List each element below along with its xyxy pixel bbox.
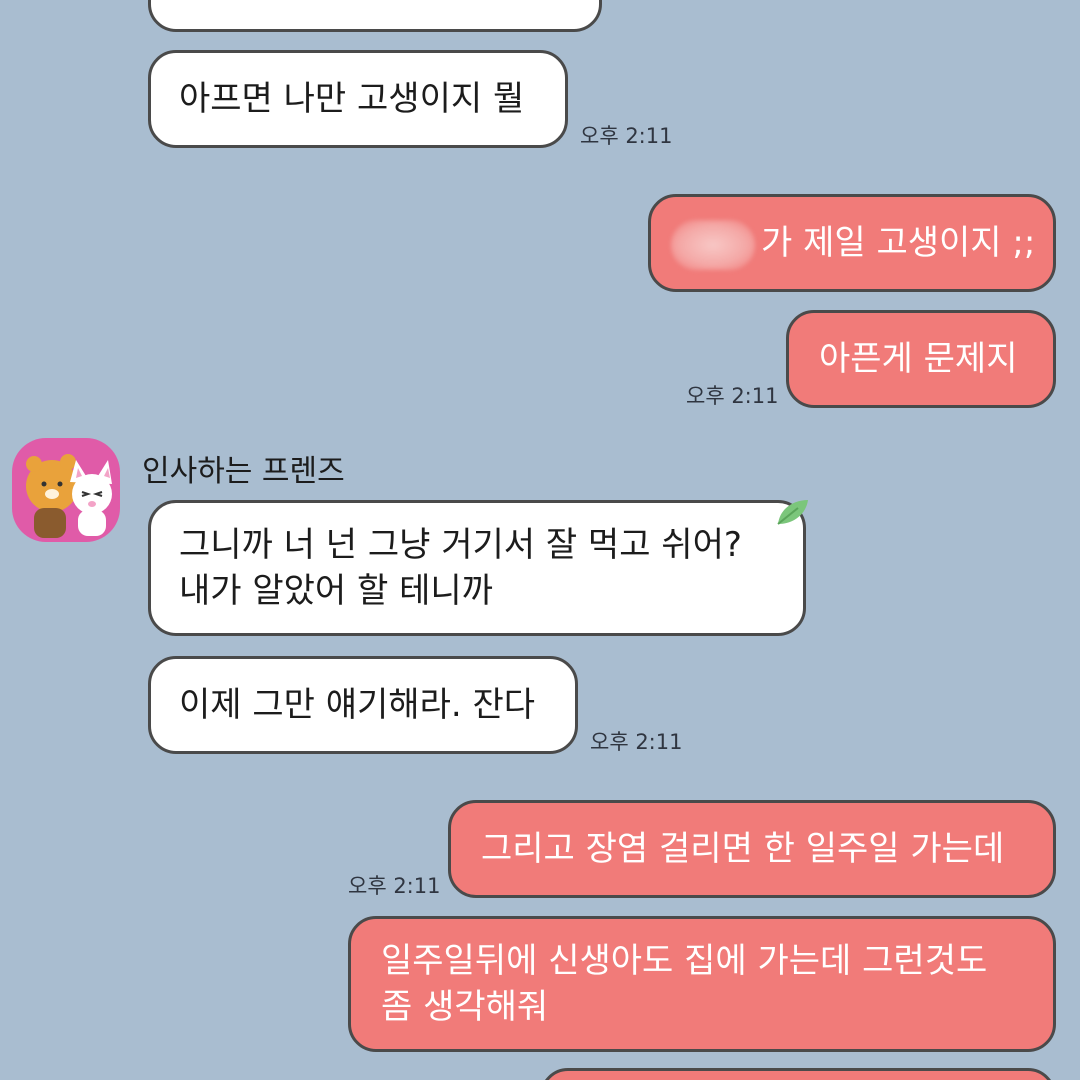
blurred-name-icon	[671, 219, 755, 270]
message-text-line: 일주일뒤에 신생아도 집에 가는데 그런것도	[381, 941, 988, 981]
message-text: 아픈게 문제지	[819, 339, 1018, 379]
message-bubble-incoming[interactable]: 그니까 너 넌 그냥 거기서 잘 먹고 쉬어? 내가 알았어 할 테니까	[148, 500, 806, 636]
sender-name: 인사하는 프렌즈	[142, 454, 345, 489]
message-bubble-outgoing[interactable]: 일주일뒤에 신생아도 집에 가는데 그런것도 좀 생각해줘	[348, 916, 1056, 1052]
message-text-line: 그니까 너 넌 그냥 거기서 잘 먹고 쉬어?	[179, 525, 742, 565]
message-timestamp: 오후 2:11	[686, 384, 779, 408]
leaf-icon	[777, 500, 808, 525]
message-text: 그리고 장염 걸리면 한 일주일 가는데	[481, 829, 1005, 869]
message-text: 이제 그만 얘기해라. 잔다	[179, 685, 536, 725]
friends-avatar-icon[interactable]	[12, 438, 120, 542]
message-bubble-outgoing[interactable]	[540, 1068, 1056, 1080]
message-bubble-incoming[interactable]	[148, 0, 602, 32]
message-text-line: 내가 알았어 할 테니까	[179, 571, 493, 611]
message-bubble-outgoing[interactable]: 그리고 장염 걸리면 한 일주일 가는데	[448, 800, 1056, 898]
message-bubble-incoming[interactable]: 아프면 나만 고생이지 뭘	[148, 50, 568, 148]
message-timestamp: 오후 2:11	[580, 124, 673, 148]
avatar-illustration	[26, 454, 112, 538]
chat-area[interactable]: 아프면 나만 고생이지 뭘 오후 2:11 가 제일 고생이지 ;; 아픈게 문…	[0, 0, 1080, 1080]
message-bubble-incoming[interactable]: 이제 그만 얘기해라. 잔다	[148, 656, 578, 754]
message-text-line: 좀 생각해줘	[381, 987, 549, 1027]
message-bubble-outgoing[interactable]: 가 제일 고생이지 ;;	[648, 194, 1056, 292]
message-bubble-outgoing[interactable]: 아픈게 문제지	[786, 310, 1056, 408]
message-text: 아프면 나만 고생이지 뭘	[179, 79, 525, 119]
message-text: 가 제일 고생이지 ;;	[761, 223, 1036, 263]
message-timestamp: 오후 2:11	[348, 874, 441, 898]
message-timestamp: 오후 2:11	[590, 730, 683, 754]
